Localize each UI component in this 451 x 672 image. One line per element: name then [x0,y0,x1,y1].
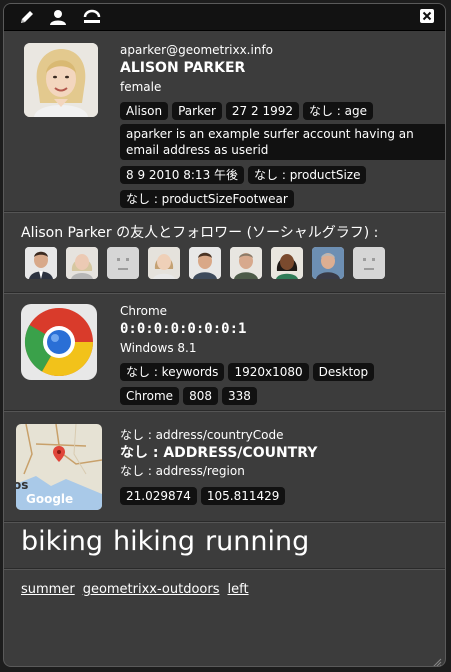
divider [4,211,445,213]
browser-tags: なし : keywords 1920x1080 Desktop Chrome 808 33… [120,361,440,409]
interest-tag[interactable]: running [205,526,309,557]
tag-device: Desktop [312,363,375,381]
tag-link[interactable]: geometrixx-outdoors [83,582,220,597]
friend-avatar-placeholder[interactable] [353,247,385,279]
friend-avatar[interactable] [66,247,98,279]
profile-info: aparker@geometrixx.info ALISON PARKER fe… [120,43,445,212]
google-logo: Google [26,492,74,506]
divider [4,568,445,570]
social-graph-title: Alison Parker の友人とフォロワー (ソーシャルグラフ) : [21,225,379,241]
ip-address: 0:0:0:0:0:0:0:1 [120,321,247,337]
tag-registered: 8 9 2010 8:13 午後 [120,166,245,184]
divider [4,292,445,294]
divider [4,521,445,523]
browser-section: Chrome 0:0:0:0:0:0:0:1 Windows 8.1 なし : … [4,300,445,408]
tag-browser: Chrome [120,387,180,405]
profile-about: aparker is an example surfer account hav… [120,124,445,160]
friend-avatar[interactable] [230,247,262,279]
operating-system: Windows 8.1 [120,341,197,355]
location-info: なし : address/countryCode なし : ADDRESS/CO… [120,428,440,509]
tag-first-name: Alison [120,102,169,120]
tag-keywords: なし : keywords [120,363,225,381]
resize-handle-icon[interactable] [432,653,442,666]
tag-width: 808 [183,387,218,405]
profile-email: aparker@geometrixx.info [120,43,274,57]
location-map[interactable]: os Google [16,424,102,510]
interests-cloud: biking hiking running [4,526,445,566]
tag-footwear-size: なし : productSizeFootwear [120,190,294,208]
region: なし : address/region [120,464,245,478]
profile-name: ALISON PARKER [120,60,246,76]
close-icon[interactable] [419,8,437,26]
tag-birthday: 27 2 1992 [225,102,299,120]
friend-avatar[interactable] [189,247,221,279]
pencil-icon[interactable] [18,8,36,26]
friend-avatar[interactable] [312,247,344,279]
profile-gender: female [120,80,162,94]
user-icon[interactable] [49,8,67,26]
tag-links: summer geometrixx-outdoors left [4,578,445,598]
undo-icon[interactable] [82,8,101,26]
location-section: os Google なし : address/countryCode なし : … [4,418,445,520]
profile-tags-2: 8 9 2010 8:13 午後 なし : productSize [120,164,440,188]
interest-tag[interactable]: hiking [113,526,195,557]
browser-name: Chrome [120,304,168,318]
browser-info: Chrome 0:0:0:0:0:0:0:1 Windows 8.1 なし : … [120,304,440,409]
profile-section: aparker@geometrixx.info ALISON PARKER fe… [4,39,445,211]
tag-height: 338 [221,387,257,405]
friend-avatar-placeholder[interactable] [107,247,139,279]
tag-last-name: Parker [172,102,222,120]
map-label-fragment: os [16,478,29,492]
tag-resolution: 1920x1080 [228,363,309,381]
country-code: なし : address/countryCode [120,428,284,442]
tag-age: なし : age [302,102,374,120]
toolbar [4,4,445,31]
coordinates: 21.029874 105.811429 [120,485,440,509]
client-context-panel: aparker@geometrixx.info ALISON PARKER fe… [3,3,446,667]
profile-avatar[interactable] [24,43,98,117]
tag-product-size: なし : productSize [248,166,367,184]
interest-tag[interactable]: biking [21,526,103,557]
tag-link[interactable]: summer [21,582,75,597]
country: なし : ADDRESS/COUNTRY [120,445,318,461]
chrome-logo-icon [19,302,99,382]
profile-tags: Alison Parker 27 2 1992 なし : age [120,100,440,124]
divider [4,410,445,412]
profile-tags-3: なし : productSizeFootwear [120,188,440,212]
friend-avatar[interactable] [25,247,57,279]
longitude: 105.811429 [200,487,286,505]
friends-list [25,247,394,279]
latitude: 21.029874 [120,487,197,505]
friend-avatar[interactable] [271,247,303,279]
tag-link[interactable]: left [228,582,249,597]
social-graph-section: Alison Parker の友人とフォロワー (ソーシャルグラフ) : [4,219,445,289]
friend-avatar[interactable] [148,247,180,279]
